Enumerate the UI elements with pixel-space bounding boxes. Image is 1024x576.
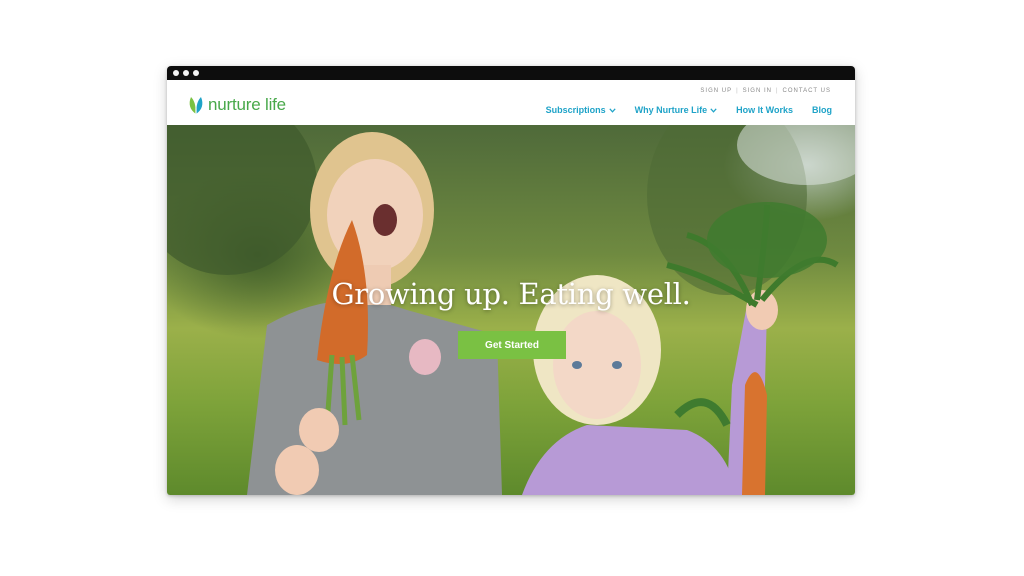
utility-nav: SIGN UP | SIGN IN | CONTACT US — [700, 88, 831, 94]
nav-item-label: How It Works — [736, 105, 793, 115]
chevron-down-icon — [608, 107, 616, 113]
nav-item-label: Subscriptions — [545, 105, 606, 115]
sign-up-link[interactable]: SIGN UP — [700, 88, 732, 94]
separator: | — [736, 88, 739, 94]
chevron-down-icon — [710, 107, 717, 113]
site-header: nurture life SIGN UP | SIGN IN | CONTACT… — [167, 80, 855, 125]
browser-window: nurture life SIGN UP | SIGN IN | CONTACT… — [167, 66, 855, 495]
nav-item-how-it-works[interactable]: How It Works — [736, 105, 793, 115]
main-nav: Subscriptions Why Nurture Life How It Wo… — [546, 105, 832, 115]
browser-titlebar — [167, 66, 855, 80]
nav-item-blog[interactable]: Blog — [812, 105, 832, 115]
logo-text: nurture life — [208, 95, 286, 114]
nav-item-why-nurture-life[interactable]: Why Nurture Life — [635, 105, 718, 115]
hero-banner: Growing up. Eating well. Get Started — [167, 125, 855, 495]
nav-item-label: Why Nurture Life — [634, 105, 708, 115]
get-started-button[interactable]: Get Started — [458, 331, 566, 359]
separator: | — [775, 88, 779, 94]
hero-headline: Growing up. Eating well. — [331, 277, 691, 311]
sign-in-link[interactable]: SIGN IN — [743, 88, 772, 94]
nav-item-label: Blog — [812, 105, 832, 115]
window-dot-icon[interactable] — [173, 70, 179, 76]
window-dot-icon[interactable] — [183, 70, 189, 76]
site-logo[interactable]: nurture life — [188, 94, 286, 116]
leaf-logo-icon — [189, 97, 203, 115]
window-dot-icon[interactable] — [193, 70, 199, 76]
nav-item-subscriptions[interactable]: Subscriptions — [546, 105, 616, 115]
contact-us-link[interactable]: CONTACT US — [783, 88, 831, 94]
